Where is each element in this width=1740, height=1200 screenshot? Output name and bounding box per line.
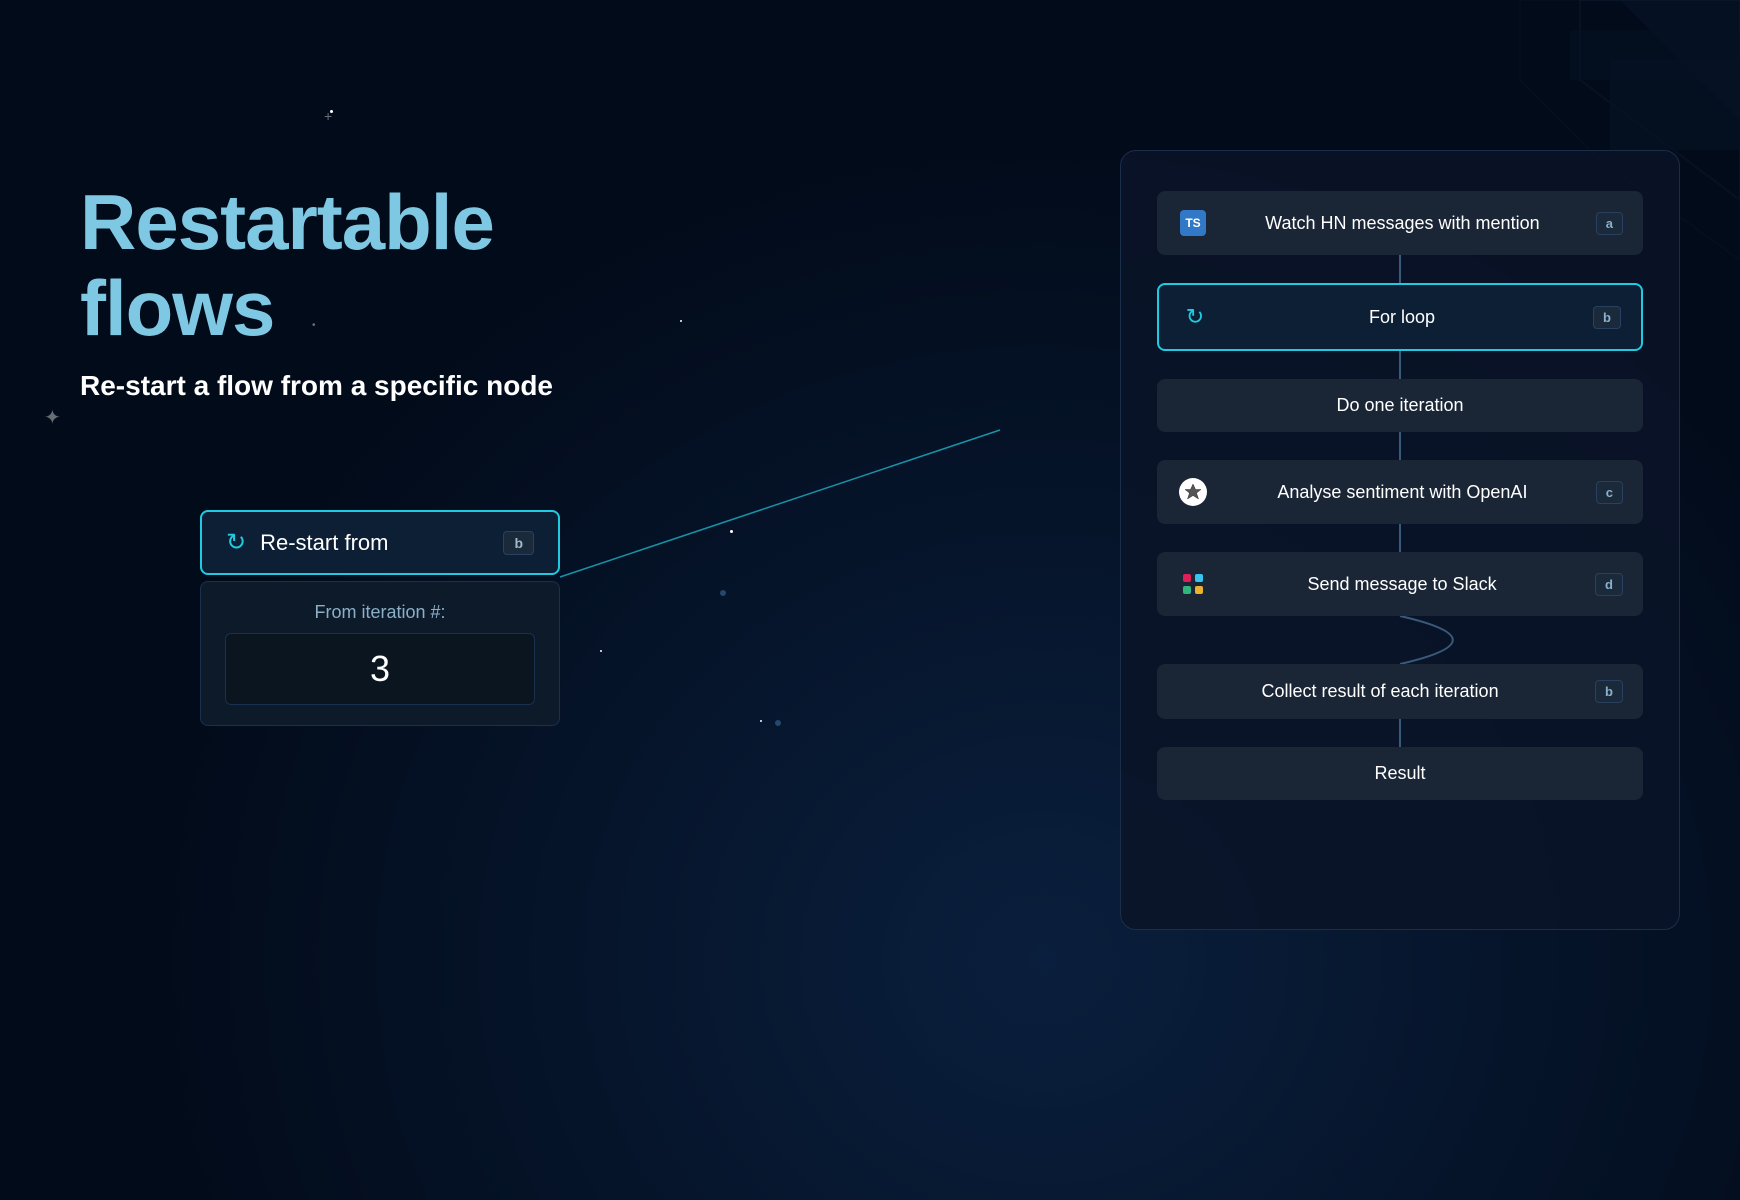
node-analyse-badge: c <box>1596 481 1623 504</box>
iteration-box: From iteration #: 3 <box>200 581 560 726</box>
node-send-slack-label: Send message to Slack <box>1221 574 1583 595</box>
node-for-loop[interactable]: ↻ For loop b <box>1157 283 1643 351</box>
node-collect-label: Collect result of each iteration <box>1177 681 1583 702</box>
plus-star-1: ✦ <box>44 405 61 430</box>
left-panel: Restartable flows Re-start a flow from a… <box>80 180 700 402</box>
curved-connector <box>1157 616 1643 664</box>
node-watch-hn-label: Watch HN messages with mention <box>1221 213 1584 234</box>
flow-panel: TS Watch HN messages with mention a ↻ Fo… <box>1120 150 1680 930</box>
restart-box[interactable]: ↻ Re-start from b <box>200 510 560 575</box>
iteration-label: From iteration #: <box>225 602 535 623</box>
node-watch-hn-badge: a <box>1596 212 1623 235</box>
node-collect-result[interactable]: Collect result of each iteration b <box>1157 664 1643 719</box>
slack-icon <box>1177 568 1209 600</box>
connector-2 <box>1399 351 1401 379</box>
node-collect-badge: b <box>1595 680 1623 703</box>
refresh-icon: ↻ <box>1179 301 1211 333</box>
star-4 <box>760 720 762 722</box>
node-send-slack-badge: d <box>1595 573 1623 596</box>
node-analyse-label: Analyse sentiment with OpenAI <box>1221 482 1584 503</box>
node-do-iteration-label: Do one iteration <box>1177 395 1623 416</box>
restart-icon: ↻ <box>226 528 246 557</box>
node-send-slack[interactable]: Send message to Slack d <box>1157 552 1643 616</box>
node-for-loop-badge: b <box>1593 306 1621 329</box>
node-result[interactable]: Result <box>1157 747 1643 800</box>
star-5 <box>600 650 602 652</box>
node-for-loop-label: For loop <box>1223 307 1581 328</box>
connector-4 <box>1399 524 1401 552</box>
openai-icon <box>1177 476 1209 508</box>
plus-star-2: + <box>324 108 332 124</box>
ts-icon: TS <box>1177 207 1209 239</box>
node-analyse-sentiment[interactable]: Analyse sentiment with OpenAI c <box>1157 460 1643 524</box>
restart-badge: b <box>503 531 534 555</box>
connector-1 <box>1399 255 1401 283</box>
iteration-value-box[interactable]: 3 <box>225 633 535 705</box>
subtitle: Re-start a flow from a specific node <box>80 370 700 402</box>
node-result-label: Result <box>1177 763 1623 784</box>
connector-3 <box>1399 432 1401 460</box>
dot-1 <box>775 720 781 726</box>
restart-label: Re-start from <box>260 530 489 556</box>
connector-6 <box>1399 719 1401 747</box>
node-watch-hn[interactable]: TS Watch HN messages with mention a <box>1157 191 1643 255</box>
node-do-iteration[interactable]: Do one iteration <box>1157 379 1643 432</box>
main-title: Restartable flows <box>80 180 700 352</box>
restart-card: ↻ Re-start from b From iteration #: 3 <box>200 510 560 726</box>
iteration-value: 3 <box>370 648 390 689</box>
dot-2 <box>720 590 726 596</box>
star-3 <box>730 530 733 533</box>
